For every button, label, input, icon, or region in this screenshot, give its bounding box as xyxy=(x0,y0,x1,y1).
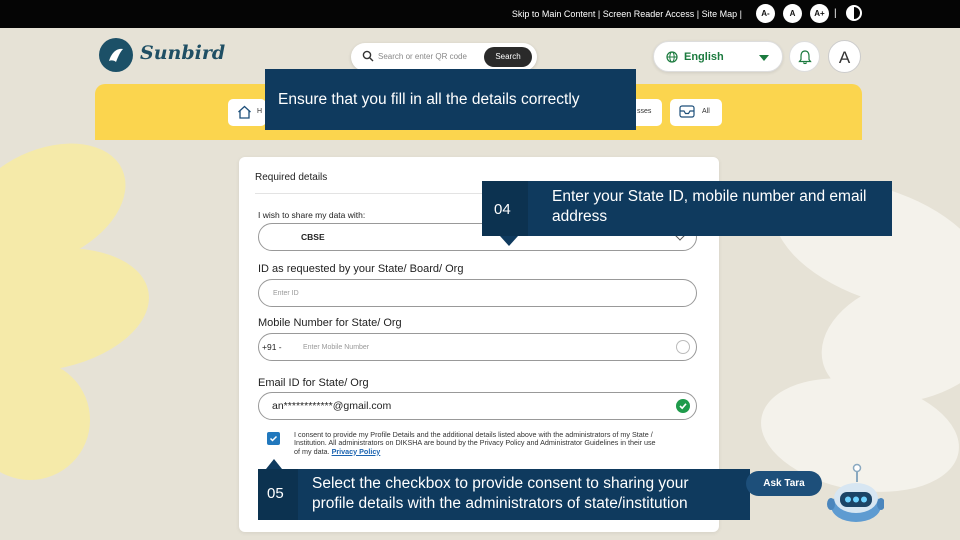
validation-icon xyxy=(676,340,690,354)
accessibility-bar: Skip to Main Content | Screen Reader Acc… xyxy=(0,0,960,28)
tip-callout: Ensure that you fill in all the details … xyxy=(265,69,636,130)
email-input[interactable]: an************@gmail.com xyxy=(258,392,697,420)
notification-button[interactable] xyxy=(789,41,820,72)
state-id-placeholder: Enter ID xyxy=(273,290,299,297)
privacy-policy-link[interactable]: Privacy Policy xyxy=(332,447,381,456)
search-bar[interactable]: Search or enter QR code Search xyxy=(351,43,537,71)
globe-icon xyxy=(666,51,678,63)
chevron-down-icon xyxy=(759,55,769,61)
verified-check-icon xyxy=(676,399,690,413)
share-data-label: I wish to share my data with: xyxy=(258,210,366,220)
tab-courses-label: sses xyxy=(637,108,652,115)
robot-assistant-icon[interactable] xyxy=(826,462,884,524)
consent-text: I consent to provide my Profile Details … xyxy=(294,430,656,456)
tab-all-label: All xyxy=(702,108,710,115)
language-value: English xyxy=(684,51,724,63)
separator: | xyxy=(834,8,837,19)
step-number: 04 xyxy=(482,181,528,236)
background-petal xyxy=(0,360,90,480)
tip-text: Ensure that you fill in all the details … xyxy=(278,91,580,108)
country-code: +91 - xyxy=(262,342,282,352)
email-value: an************@gmail.com xyxy=(272,400,392,412)
logo-text[interactable]: Sunbird xyxy=(140,42,225,64)
search-icon xyxy=(362,50,374,62)
mobile-placeholder: Enter Mobile Number xyxy=(303,344,370,351)
consent-checkbox[interactable] xyxy=(267,432,280,445)
share-data-value: CBSE xyxy=(301,232,325,242)
search-button[interactable]: Search xyxy=(484,47,532,67)
avatar[interactable]: A xyxy=(828,40,861,73)
mobile-label: Mobile Number for State/ Org xyxy=(258,317,402,329)
step-text: Select the checkbox to provide consent t… xyxy=(312,475,689,512)
callout-pointer xyxy=(266,459,282,469)
home-icon xyxy=(238,105,251,119)
callout-pointer xyxy=(500,236,518,246)
sunbird-logo-icon[interactable] xyxy=(99,38,133,72)
font-increase-button[interactable]: A+ xyxy=(810,4,829,23)
step-number: 05 xyxy=(258,469,298,520)
language-select[interactable]: English xyxy=(653,41,783,72)
font-normal-button[interactable]: A xyxy=(783,4,802,23)
tab-home-label: H xyxy=(257,108,263,115)
bell-icon xyxy=(798,50,812,65)
step-05-callout: 05 Select the checkbox to provide consen… xyxy=(258,459,750,520)
accessibility-links[interactable]: Skip to Main Content | Screen Reader Acc… xyxy=(512,9,742,19)
tab-home[interactable]: H xyxy=(228,99,266,126)
step-text: Enter your State ID, mobile number and e… xyxy=(552,188,867,225)
state-id-label: ID as requested by your State/ Board/ Or… xyxy=(258,263,464,275)
step-04-callout: 04 Enter your State ID, mobile number an… xyxy=(482,181,892,246)
font-decrease-button[interactable]: A- xyxy=(756,4,775,23)
mobile-input[interactable]: +91 - Enter Mobile Number xyxy=(258,333,697,361)
search-input[interactable]: Search or enter QR code xyxy=(378,52,467,61)
contrast-toggle-icon[interactable] xyxy=(846,5,862,21)
ask-tara-button[interactable]: Ask Tara xyxy=(746,471,822,496)
email-label: Email ID for State/ Org xyxy=(258,377,369,389)
form-title: Required details xyxy=(255,172,328,183)
state-id-input[interactable]: Enter ID xyxy=(258,279,697,307)
tab-all[interactable]: All xyxy=(670,99,722,126)
inbox-icon xyxy=(679,105,695,118)
